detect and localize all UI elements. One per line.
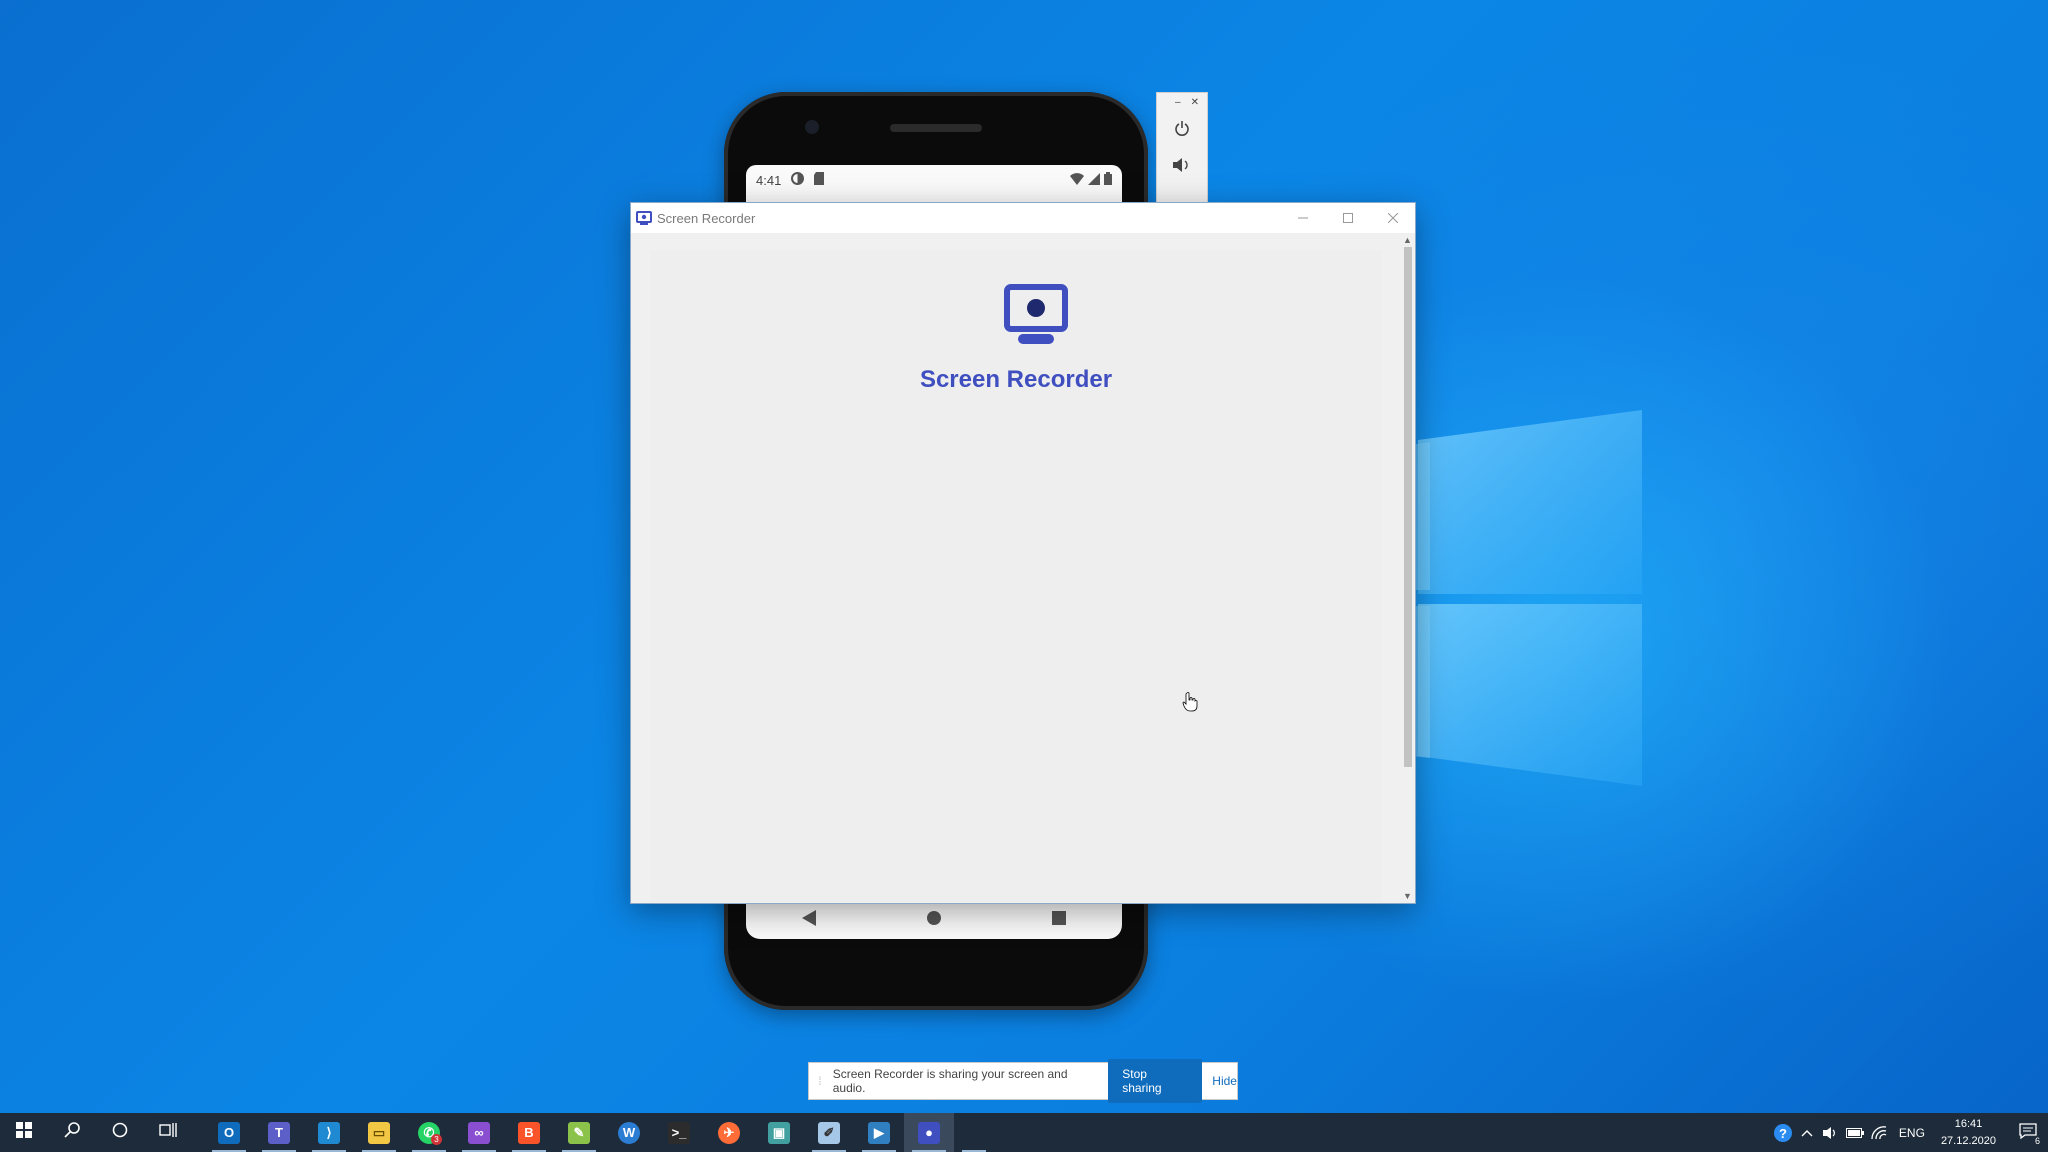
app-window-icon: ▣: [768, 1121, 790, 1144]
scrollbar-thumb[interactable]: [1404, 247, 1412, 767]
back-icon[interactable]: [801, 909, 816, 931]
volume-up-button[interactable]: [1157, 149, 1207, 185]
clock[interactable]: 16:41 27.12.2020: [1941, 1116, 1996, 1150]
chevron-up-icon[interactable]: [1795, 1129, 1819, 1137]
window-close-button[interactable]: [1370, 203, 1415, 233]
hide-button[interactable]: Hide: [1212, 1074, 1237, 1088]
system-tray: ? ENG 16:41 27.12.2020 6: [1771, 1113, 2048, 1152]
app-heading: Screen Recorder: [919, 366, 1113, 393]
speaker-icon[interactable]: [1819, 1126, 1843, 1140]
taskbar-postman[interactable]: ✈: [704, 1113, 754, 1152]
power-icon: [1174, 120, 1190, 142]
screen-recorder-icon: ●: [918, 1121, 940, 1144]
taskbar-terminal[interactable]: >_: [654, 1113, 704, 1152]
taskbar-notepad-plus[interactable]: ✎: [554, 1113, 604, 1152]
start-button[interactable]: [0, 1113, 48, 1152]
taskbar-powershell[interactable]: ▶: [854, 1113, 904, 1152]
recents-icon[interactable]: [1052, 910, 1067, 930]
phone-status-bar: 4:41: [746, 165, 1122, 195]
taskbar-word[interactable]: W: [604, 1113, 654, 1152]
screen-sharing-bar: ⁞ Screen Recorder is sharing your screen…: [808, 1059, 1238, 1103]
phone-status-time: 4:41: [756, 172, 782, 188]
taskbar-whatsapp[interactable]: ✆ 3: [404, 1113, 454, 1152]
taskbar: O T ⟩ ▭ ✆ 3 ∞ B ✎ W >_ ✈ ▣ ✐ ▶ ● ? ENG 16…: [0, 1113, 2048, 1152]
postman-icon: ✈: [718, 1121, 740, 1144]
search-button[interactable]: [48, 1113, 96, 1152]
window-titlebar[interactable]: Screen Recorder: [631, 203, 1415, 233]
word-icon: W: [618, 1121, 640, 1144]
task-view-icon: [159, 1122, 177, 1143]
window-title: Screen Recorder: [657, 210, 756, 226]
taskbar-app-window[interactable]: ▣: [754, 1113, 804, 1152]
sd-card-icon: [814, 172, 825, 188]
app-title-icon: [635, 209, 653, 227]
cortana-button[interactable]: [96, 1113, 144, 1152]
phone-speaker: [890, 124, 982, 132]
app-content-area: Screen Recorder: [651, 250, 1381, 902]
taskbar-paint[interactable]: ✐: [804, 1113, 854, 1152]
taskbar-visual-studio[interactable]: ∞: [454, 1113, 504, 1152]
taskbar-outlook[interactable]: O: [204, 1113, 254, 1152]
taskbar-extra[interactable]: [954, 1113, 994, 1152]
battery-tray-icon[interactable]: [1843, 1127, 1867, 1138]
screen-recorder-logo: [1004, 284, 1068, 344]
visual-studio-icon: ∞: [468, 1121, 490, 1144]
help-icon[interactable]: ?: [1771, 1123, 1795, 1143]
network-icon[interactable]: [1867, 1125, 1891, 1140]
volume-icon: [1173, 157, 1191, 178]
brave-icon: B: [518, 1121, 540, 1144]
outlook-icon: O: [218, 1121, 240, 1144]
notepad-plus-icon: ✎: [568, 1121, 590, 1144]
notification-center-button[interactable]: 6: [2008, 1123, 2048, 1146]
home-icon[interactable]: [926, 910, 941, 930]
vertical-scrollbar[interactable]: ▲ ▼: [1400, 233, 1415, 903]
clock-time: 16:41: [1954, 1117, 1983, 1130]
cortana-icon: [112, 1122, 128, 1143]
phone-navigation-bar: [746, 900, 1122, 940]
signal-icon: [1088, 172, 1100, 188]
screen-recorder-window[interactable]: Screen Recorder Screen Recorder ▲ ▼: [630, 202, 1416, 904]
paint-icon: ✐: [818, 1121, 840, 1144]
terminal-icon: >_: [668, 1121, 690, 1144]
windows-start-icon: [16, 1122, 32, 1143]
window-minimize-button[interactable]: [1280, 203, 1325, 233]
drag-handle-icon[interactable]: ⁞: [813, 1074, 827, 1088]
clock-date: 27.12.2020: [1940, 1134, 1996, 1147]
minimize-icon[interactable]: –: [1175, 97, 1181, 113]
taskbar-file-explorer[interactable]: ▭: [354, 1113, 404, 1152]
task-view-button[interactable]: [144, 1113, 192, 1152]
language-indicator[interactable]: ENG: [1899, 1126, 1925, 1140]
wifi-icon: [1070, 172, 1084, 188]
scroll-up-icon[interactable]: ▲: [1400, 233, 1415, 247]
stop-sharing-button[interactable]: Stop sharing: [1108, 1059, 1203, 1103]
whatsapp-badge: 3: [431, 1134, 442, 1145]
teams-icon: T: [268, 1121, 290, 1144]
search-icon: [64, 1122, 80, 1143]
powershell-icon: ▶: [868, 1121, 890, 1144]
file-explorer-icon: ▭: [368, 1121, 390, 1144]
taskbar-screen-recorder[interactable]: ●: [904, 1113, 954, 1152]
battery-icon: [1104, 172, 1112, 188]
taskbar-vscode[interactable]: ⟩: [304, 1113, 354, 1152]
window-maximize-button[interactable]: [1325, 203, 1370, 233]
vscode-icon: ⟩: [318, 1121, 340, 1144]
svg-text:?: ?: [1779, 1126, 1787, 1141]
taskbar-teams[interactable]: T: [254, 1113, 304, 1152]
emulator-side-toolbar: – ✕: [1156, 92, 1208, 204]
notification-count: 6: [2034, 1136, 2040, 1146]
sharing-message: Screen Recorder is sharing your screen a…: [832, 1067, 1068, 1095]
taskbar-brave[interactable]: B: [504, 1113, 554, 1152]
hand-cursor-icon: [1182, 692, 1198, 712]
scroll-down-icon[interactable]: ▼: [1400, 889, 1415, 903]
settings-status-icon: [791, 172, 805, 188]
phone-camera: [805, 120, 819, 134]
power-button[interactable]: [1157, 113, 1207, 149]
close-icon[interactable]: ✕: [1191, 97, 1199, 113]
